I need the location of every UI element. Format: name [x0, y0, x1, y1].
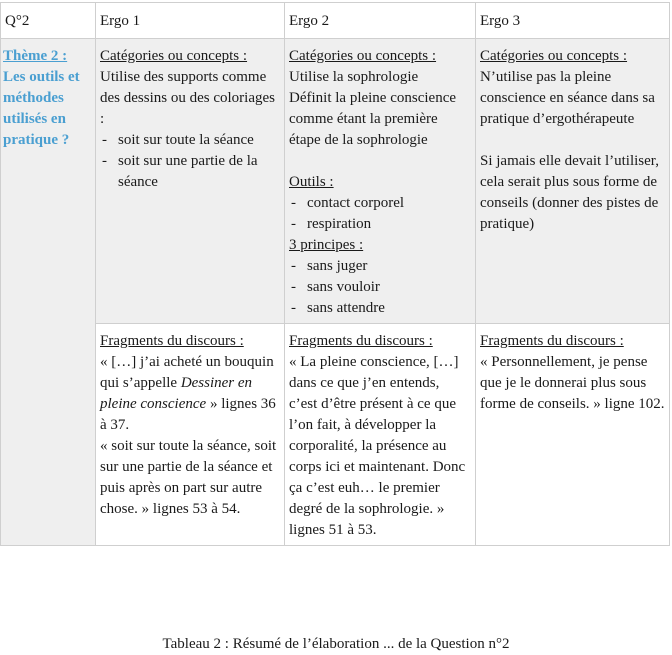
ergo3-concepts-para-2: Si jamais elle devait l’utiliser, cela s…: [480, 153, 659, 232]
list-item: contact corporel: [289, 193, 471, 214]
concepts-row: Thème 2 : Les outils et méthodes utilisé…: [0, 38, 670, 546]
theme-title: Thème 2 :: [3, 48, 68, 64]
ergo2-fragment: « La pleine conscience, […] dans ce que …: [289, 354, 466, 538]
tools-label: Outils :: [289, 174, 334, 190]
ergo3-concepts-para-1: N’utilise pas la pleine conscience en sé…: [480, 69, 655, 127]
ergo1-concepts-text: Utilise des supports comme des dessins o…: [100, 69, 275, 127]
header-ergo-3: Ergo 3: [475, 2, 670, 39]
header-ergo-2: Ergo 2: [284, 2, 476, 39]
categories-label: Catégories ou concepts :: [480, 48, 628, 64]
ergo3-fragment: « Personnellement, je pense que je le do…: [480, 354, 665, 412]
ergo2-concepts-cell: Catégories ou concepts : Utilise la soph…: [284, 38, 476, 324]
list-item: sans attendre: [289, 298, 471, 319]
header-question: Q°2: [0, 2, 96, 39]
list-item: sans juger: [289, 256, 471, 277]
list-item: respiration: [289, 214, 471, 235]
table-header-row: Q°2 Ergo 1 Ergo 2 Ergo 3: [0, 2, 670, 39]
ergo3-concepts-cell: Catégories ou concepts : N’utilise pas l…: [475, 38, 670, 324]
ergo2-concepts-line-2: Définit la pleine conscience comme étant…: [289, 90, 457, 148]
categories-label: Catégories ou concepts :: [289, 48, 437, 64]
fragments-label: Fragments du discours :: [480, 333, 624, 349]
list-item: soit sur toute la séance: [100, 130, 280, 151]
ergo2-fragments-cell: Fragments du discours : « La pleine cons…: [284, 323, 476, 546]
ergo1-concepts-cell: Catégories ou concepts : Utilise des sup…: [95, 38, 285, 324]
ergo1-fragment-1: « […] j’ai acheté un bouquin qui s’appel…: [100, 352, 280, 436]
theme-text: Les outils et méthodes utilisés en prati…: [3, 69, 80, 148]
header-ergo-1: Ergo 1: [95, 2, 285, 39]
ergo2-concepts-line-1: Utilise la sophrologie: [289, 69, 419, 85]
list-item: soit sur une partie de la séance: [100, 151, 280, 193]
theme-cell: Thème 2 : Les outils et méthodes utilisé…: [0, 38, 96, 546]
results-table: Q°2 Ergo 1 Ergo 2 Ergo 3 Thème 2 : Les o…: [0, 2, 670, 546]
principles-label: 3 principes :: [289, 237, 364, 253]
list-item: sans vouloir: [289, 277, 471, 298]
fragments-label: Fragments du discours :: [100, 333, 244, 349]
categories-label: Catégories ou concepts :: [100, 48, 248, 64]
fragments-label: Fragments du discours :: [289, 333, 433, 349]
ergo1-fragments-cell: Fragments du discours : « […] j’ai achet…: [95, 323, 285, 546]
ergo3-fragments-cell: Fragments du discours : « Personnellemen…: [475, 323, 670, 546]
fragments-row: Fragments du discours : « […] j’ai achet…: [1, 323, 670, 546]
ergo1-fragment-2: « soit sur toute la séance, soit sur une…: [100, 438, 277, 517]
